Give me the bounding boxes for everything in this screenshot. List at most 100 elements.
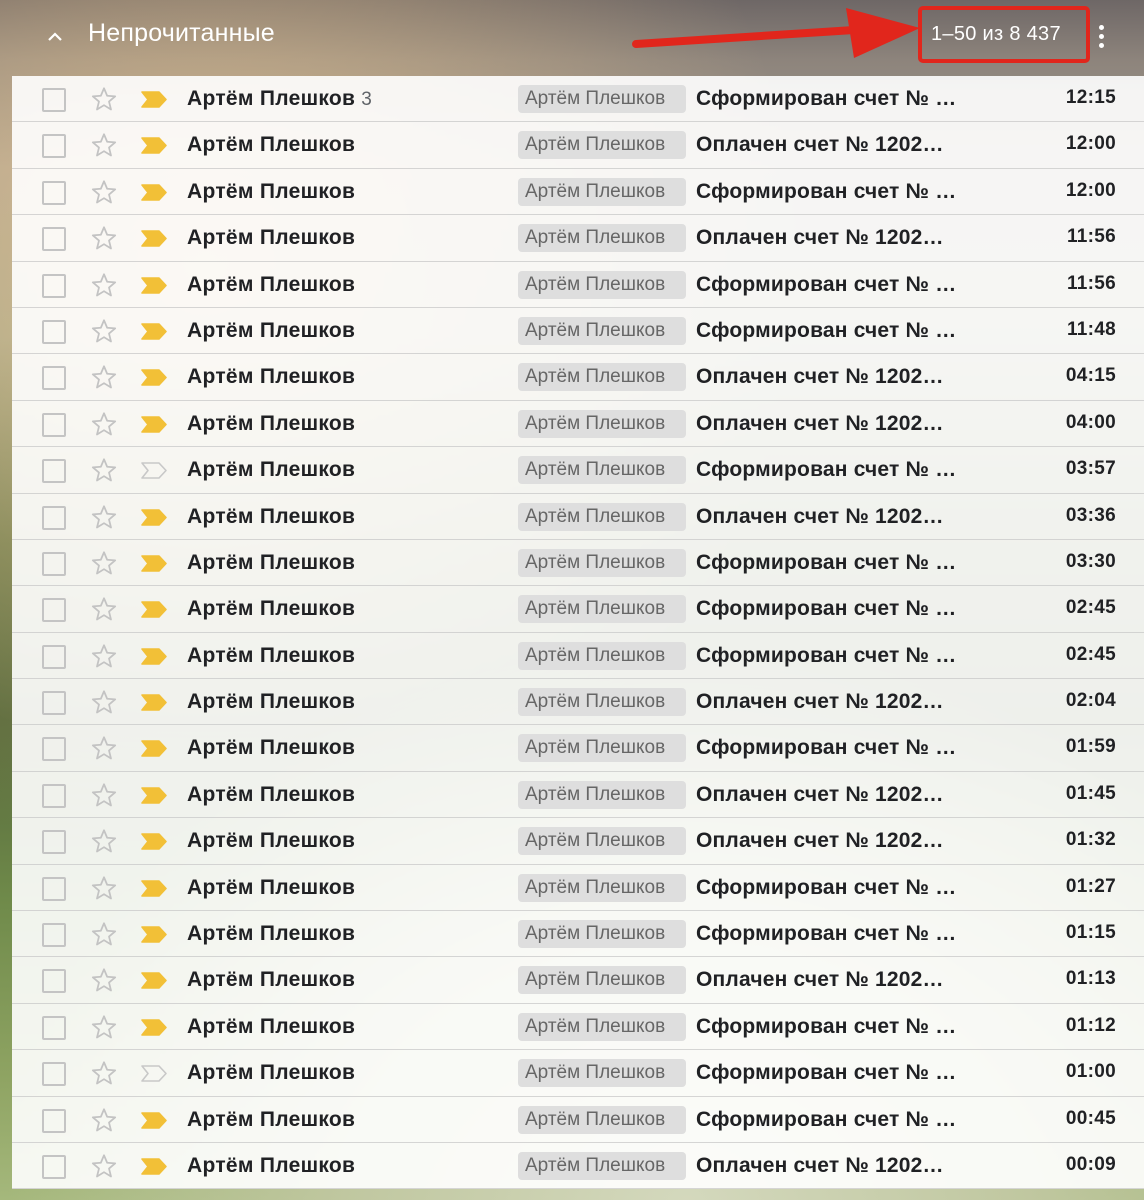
label-chip[interactable]: Артём Плешков — [518, 316, 686, 345]
select-checkbox[interactable] — [42, 273, 66, 298]
label-chip[interactable]: Артём Плешков — [518, 780, 686, 809]
label-chip[interactable]: Артём Плешков — [518, 224, 686, 253]
email-row[interactable]: Артём Плешков Артём Плешков Сформирован … — [12, 1096, 1144, 1143]
importance-marker-icon[interactable] — [140, 508, 168, 527]
label-chip[interactable]: Артём Плешков — [518, 1151, 686, 1180]
email-row[interactable]: Артём Плешков Артём Плешков Оплачен счет… — [12, 771, 1144, 819]
select-checkbox[interactable] — [42, 923, 66, 948]
email-row[interactable]: Артём Плешков Артём Плешков Сформирован … — [12, 261, 1144, 308]
email-row[interactable]: Артём Плешков Артём Плешков Оплачен счет… — [12, 818, 1144, 865]
label-chip[interactable]: Артём Плешков — [518, 920, 686, 949]
star-icon[interactable] — [90, 410, 118, 438]
email-row[interactable]: Артём Плешков Артём Плешков Сформирован … — [12, 539, 1144, 587]
star-icon[interactable] — [90, 549, 118, 577]
email-row[interactable]: Артём Плешков Артём Плешков Оплачен счет… — [12, 400, 1144, 448]
email-row[interactable]: Артём Плешков Артём Плешков Сформирован … — [12, 864, 1144, 912]
select-checkbox[interactable] — [42, 227, 66, 252]
label-chip[interactable]: Артём Плешков — [518, 688, 686, 717]
importance-marker-icon[interactable] — [140, 693, 168, 712]
select-checkbox[interactable] — [42, 459, 66, 484]
star-icon[interactable] — [90, 874, 118, 902]
select-checkbox[interactable] — [42, 876, 66, 901]
importance-marker-icon[interactable] — [140, 739, 168, 758]
select-checkbox[interactable] — [42, 1062, 66, 1087]
label-chip[interactable]: Артём Плешков — [518, 641, 686, 670]
star-icon[interactable] — [90, 1059, 118, 1087]
label-chip[interactable]: Артём Плешков — [518, 966, 686, 995]
label-chip[interactable]: Артём Плешков — [518, 502, 686, 531]
label-chip[interactable]: Артём Плешков — [518, 270, 686, 299]
email-row[interactable]: Артём Плешков Артём Плешков Сформирован … — [12, 586, 1144, 633]
importance-marker-icon[interactable] — [140, 229, 168, 248]
star-icon[interactable] — [90, 781, 118, 809]
email-row[interactable]: Артём Плешков Артём Плешков Сформирован … — [12, 725, 1144, 772]
select-checkbox[interactable] — [42, 1154, 66, 1179]
importance-marker-icon[interactable] — [140, 90, 168, 109]
importance-marker-icon[interactable] — [140, 1157, 168, 1176]
email-row[interactable]: Артём Плешков Артём Плешков Оплачен счет… — [12, 493, 1144, 540]
label-chip[interactable]: Артём Плешков — [518, 131, 686, 160]
chevron-up-icon[interactable] — [40, 22, 70, 52]
star-icon[interactable] — [90, 827, 118, 855]
star-icon[interactable] — [90, 271, 118, 299]
importance-marker-icon[interactable] — [140, 1064, 168, 1083]
importance-marker-icon[interactable] — [140, 322, 168, 341]
email-row[interactable]: Артём Плешков Артём Плешков Сформирован … — [12, 168, 1144, 216]
select-checkbox[interactable] — [42, 737, 66, 762]
email-row[interactable]: Артём Плешков Артём Плешков Сформирован … — [12, 632, 1144, 680]
star-icon[interactable] — [90, 1152, 118, 1180]
importance-marker-icon[interactable] — [140, 136, 168, 155]
select-checkbox[interactable] — [42, 551, 66, 576]
email-row[interactable]: Артём Плешков 3 Артём Плешков Сформирован… — [12, 76, 1144, 123]
select-checkbox[interactable] — [42, 134, 66, 159]
select-checkbox[interactable] — [42, 88, 66, 112]
email-row[interactable]: Артём Плешков Артём Плешков Сформирован … — [12, 307, 1144, 355]
star-icon[interactable] — [90, 131, 118, 159]
star-icon[interactable] — [90, 363, 118, 391]
importance-marker-icon[interactable] — [140, 276, 168, 295]
importance-marker-icon[interactable] — [140, 368, 168, 387]
label-chip[interactable]: Артём Плешков — [518, 1059, 686, 1088]
select-checkbox[interactable] — [42, 644, 66, 669]
label-chip[interactable]: Артём Плешков — [518, 456, 686, 485]
importance-marker-icon[interactable] — [140, 925, 168, 944]
select-checkbox[interactable] — [42, 180, 66, 205]
importance-marker-icon[interactable] — [140, 879, 168, 898]
star-icon[interactable] — [90, 456, 118, 484]
label-chip[interactable]: Артём Плешков — [518, 1012, 686, 1041]
email-row[interactable]: Артём Плешков Артём Плешков Оплачен счет… — [12, 215, 1144, 262]
select-checkbox[interactable] — [42, 366, 66, 391]
star-icon[interactable] — [90, 920, 118, 948]
select-checkbox[interactable] — [42, 691, 66, 716]
star-icon[interactable] — [90, 224, 118, 252]
label-chip[interactable]: Артём Плешков — [518, 873, 686, 902]
email-row[interactable]: Артём Плешков Артём Плешков Оплачен счет… — [12, 122, 1144, 169]
email-row[interactable]: Артём Плешков Артём Плешков Оплачен счет… — [12, 354, 1144, 401]
label-chip[interactable]: Артём Плешков — [518, 1105, 686, 1134]
select-checkbox[interactable] — [42, 830, 66, 855]
label-chip[interactable]: Артём Плешков — [518, 827, 686, 856]
importance-marker-icon[interactable] — [140, 183, 168, 202]
email-row[interactable]: Артём Плешков Артём Плешков Сформирован … — [12, 1003, 1144, 1051]
star-icon[interactable] — [90, 966, 118, 994]
importance-marker-icon[interactable] — [140, 647, 168, 666]
pagination-counter[interactable]: 1–50 из 8 437 — [931, 23, 1061, 46]
select-checkbox[interactable] — [42, 412, 66, 437]
star-icon[interactable] — [90, 1106, 118, 1134]
select-checkbox[interactable] — [42, 598, 66, 623]
label-chip[interactable]: Артём Плешков — [518, 85, 686, 113]
more-vert-icon[interactable] — [1090, 20, 1112, 52]
label-chip[interactable]: Артём Плешков — [518, 409, 686, 438]
importance-marker-icon[interactable] — [140, 1018, 168, 1037]
select-checkbox[interactable] — [42, 505, 66, 530]
email-row[interactable]: Артём Плешков Артём Плешков Оплачен счет… — [12, 679, 1144, 726]
star-icon[interactable] — [90, 734, 118, 762]
importance-marker-icon[interactable] — [140, 600, 168, 619]
star-icon[interactable] — [90, 1013, 118, 1041]
importance-marker-icon[interactable] — [140, 461, 168, 480]
star-icon[interactable] — [90, 642, 118, 670]
star-icon[interactable] — [90, 595, 118, 623]
label-chip[interactable]: Артём Плешков — [518, 734, 686, 763]
email-row[interactable]: Артём Плешков Артём Плешков Сформирован … — [12, 911, 1144, 958]
importance-marker-icon[interactable] — [140, 832, 168, 851]
